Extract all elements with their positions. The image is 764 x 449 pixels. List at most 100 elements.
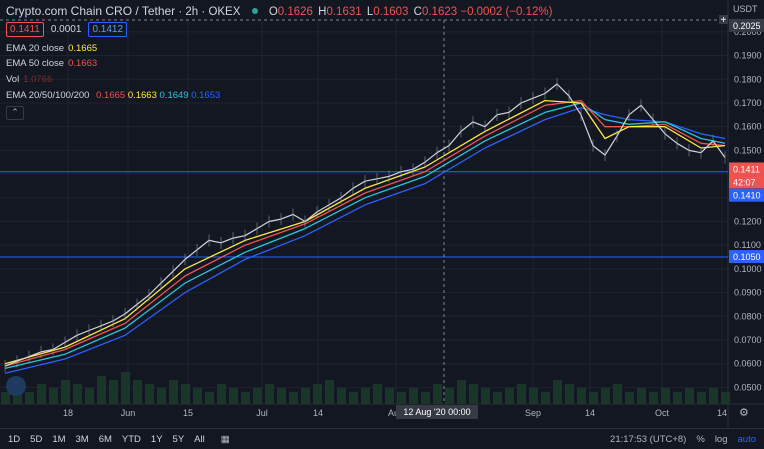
auto-toggle[interactable]: auto (738, 434, 757, 445)
currency-label: USDT (733, 4, 758, 14)
volume-bar (301, 388, 310, 404)
volume-bar (133, 380, 142, 404)
volume-bar (649, 392, 658, 404)
volume-bar (433, 384, 442, 404)
collapse-legend-button[interactable]: ⌃ (6, 106, 24, 120)
volume-bar (517, 384, 526, 404)
volume-bar (409, 388, 418, 404)
tf-1d[interactable]: 1D (8, 434, 20, 445)
volume-bar (265, 384, 274, 404)
open-value: 0.1626 (277, 6, 313, 18)
buy-sell-panel: 0.1411 0.0001 0.1412 (6, 22, 128, 37)
volume-bar (481, 388, 490, 404)
tf-1y[interactable]: 1Y (151, 434, 163, 445)
current-price-label: 0.1411 (733, 164, 760, 174)
bottom-right-controls: 21:17:53 (UTC+8) % log auto (610, 434, 756, 445)
volume-bar (205, 392, 214, 404)
plus-icon[interactable]: + (721, 15, 727, 26)
volume-bar (373, 384, 382, 404)
legend-ema50[interactable]: EMA 50 close 0.1663 (6, 58, 97, 69)
symbol-title[interactable]: Crypto.com Chain CRO / Tether (6, 4, 175, 18)
volume-bar (361, 388, 370, 404)
price-tick: 0.1500 (734, 145, 762, 155)
volume-bar (193, 388, 202, 404)
time-tick: 14 (585, 408, 595, 418)
time-tick: 15 (183, 408, 193, 418)
tf-6m[interactable]: 6M (99, 434, 112, 445)
legend-ema-multi[interactable]: EMA 20/50/100/200 0.1665 0.1663 0.1649 0… (6, 90, 220, 101)
volume-bar (313, 384, 322, 404)
price-tick: 0.1000 (734, 264, 762, 274)
volume-bar (73, 384, 82, 404)
volume-bar (505, 388, 514, 404)
volume-bar (121, 372, 130, 404)
volume-bar (325, 380, 334, 404)
volume-bar (169, 380, 178, 404)
volume-bar (385, 388, 394, 404)
bottom-toolbar: 1D 5D 1M 3M 6M YTD 1Y 5Y All ▦ 21:17:53 … (0, 428, 764, 449)
exchange-label: OKEX (208, 6, 241, 18)
time-tick: 18 (63, 408, 73, 418)
tf-3m[interactable]: 3M (76, 434, 89, 445)
volume-bar (61, 380, 70, 404)
tf-1m[interactable]: 1M (52, 434, 65, 445)
sell-button[interactable]: 0.1411 (6, 22, 44, 37)
tradingview-logo[interactable] (6, 376, 26, 396)
clock-label[interactable]: 21:17:53 (UTC+8) (610, 434, 686, 445)
price-chart[interactable]: 0.20000.19000.18000.17000.16000.15000.14… (0, 0, 764, 448)
interval-label[interactable]: 2h (185, 6, 198, 18)
price-tick: 0.0800 (734, 311, 762, 321)
tf-5d[interactable]: 5D (30, 434, 42, 445)
buy-button[interactable]: 0.1412 (88, 22, 128, 37)
volume-bar (97, 376, 106, 404)
volume-bar (577, 388, 586, 404)
calendar-icon[interactable]: ▦ (221, 434, 230, 445)
volume-bar (565, 384, 574, 404)
volume-bar (661, 388, 670, 404)
tf-all[interactable]: All (194, 434, 205, 445)
volume-bar (289, 392, 298, 404)
volume-bar (349, 392, 358, 404)
time-tick: Oct (655, 408, 670, 418)
volume-bar (553, 380, 562, 404)
volume-bar (709, 388, 718, 404)
volume-bar (1, 392, 10, 404)
countdown-label: 42:07 (733, 177, 756, 187)
gear-icon[interactable]: ⚙ (739, 406, 749, 419)
volume-bar (493, 392, 502, 404)
line-price-label-1410: 0.1410 (733, 191, 761, 201)
price-tick: 0.1900 (734, 51, 762, 61)
volume-bar (277, 388, 286, 404)
chart-header: Crypto.com Chain CRO / Tether · 2h · OKE… (6, 4, 553, 18)
tf-5y[interactable]: 5Y (173, 434, 185, 445)
tf-ytd[interactable]: YTD (122, 434, 141, 445)
volume-bar (529, 388, 538, 404)
volume-bar (469, 384, 478, 404)
price-tick: 0.1200 (734, 216, 762, 226)
price-tick: 0.1100 (734, 240, 761, 250)
volume-bar (49, 388, 58, 404)
timeframe-buttons: 1D 5D 1M 3M 6M YTD 1Y 5Y All (8, 434, 205, 445)
time-tick: 14 (717, 408, 727, 418)
log-toggle[interactable]: log (715, 434, 728, 445)
legend-volume[interactable]: Vol 1.0766 (6, 74, 52, 85)
volume-bar (145, 384, 154, 404)
volume-bar (721, 392, 730, 404)
volume-bar (181, 384, 190, 404)
volume-bar (37, 384, 46, 404)
high-value: 0.1631 (326, 6, 362, 18)
market-open-icon (251, 8, 258, 14)
time-tick: 14 (313, 408, 323, 418)
volume-bar (445, 388, 454, 404)
volume-bar (229, 388, 238, 404)
price-tick: 0.1600 (734, 122, 762, 132)
legend-ema20[interactable]: EMA 20 close 0.1665 (6, 43, 97, 54)
volume-bar (457, 380, 466, 404)
price-tick: 0.0700 (734, 335, 762, 345)
time-tick: Sep (525, 408, 541, 418)
crosshair-price-label: 0.2025 (733, 21, 761, 31)
volume-bar (217, 384, 226, 404)
volume-bar (541, 392, 550, 404)
price-tick: 0.0900 (734, 288, 762, 298)
percent-toggle[interactable]: % (696, 434, 704, 445)
